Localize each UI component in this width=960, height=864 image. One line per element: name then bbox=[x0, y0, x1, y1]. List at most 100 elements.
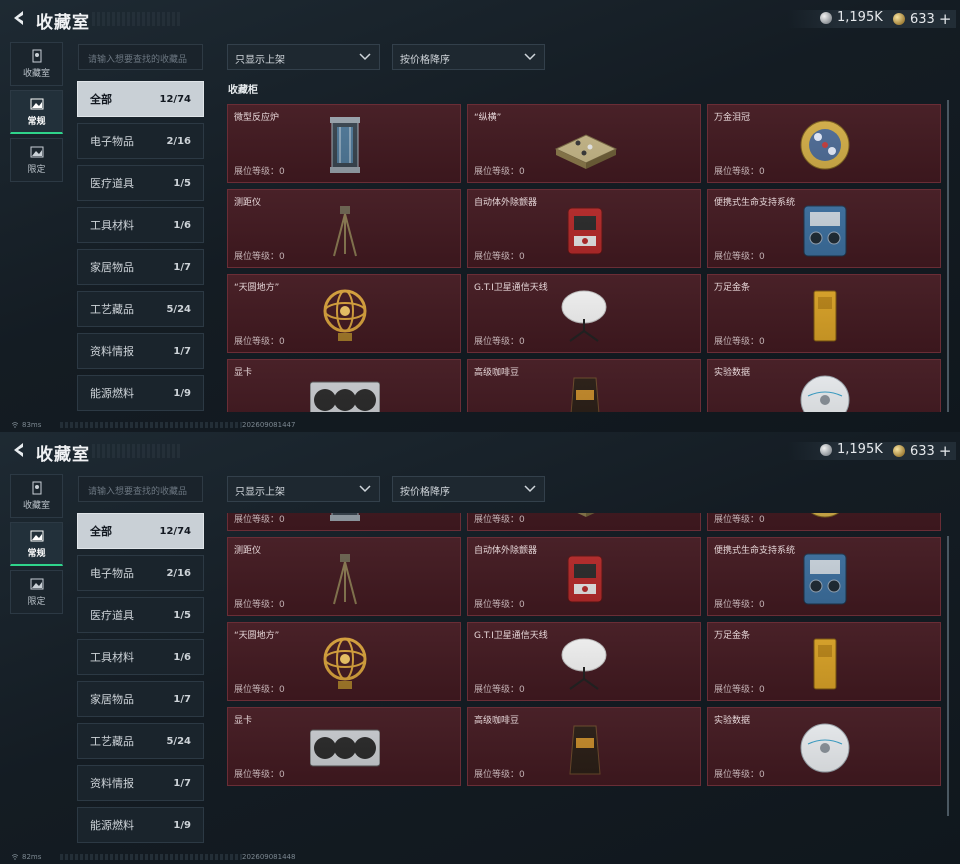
search-input[interactable]: 请输入想要查找的收藏品 bbox=[78, 44, 203, 70]
gold-coin-icon bbox=[893, 445, 905, 457]
category-count: 1/5 bbox=[173, 609, 191, 621]
scrollbar[interactable] bbox=[947, 536, 949, 816]
chessboard-icon bbox=[577, 513, 595, 517]
category-item[interactable]: 能源燃料 1/9 bbox=[77, 375, 204, 411]
add-gold-button[interactable]: + bbox=[939, 10, 952, 28]
section-title: 收藏柜 bbox=[228, 85, 258, 96]
category-count: 1/7 bbox=[173, 693, 191, 705]
category-count: 1/9 bbox=[173, 819, 191, 831]
category-item[interactable]: 全部 12/74 bbox=[77, 81, 204, 117]
collection-card[interactable]: 自动体外除颤器 展位等级：0 bbox=[467, 537, 701, 616]
status-bar: 83ms 202609081447 bbox=[0, 418, 960, 432]
collection-card[interactable]: “天圆地方” 展位等级：0 bbox=[227, 622, 461, 701]
item-name: “天圆地方” bbox=[234, 283, 280, 293]
collection-grid-viewport[interactable]: 微型反应炉展位等级：0 “纵横”展位等级：0 万金泪冠展位等级：0 测距仪展位等级：0… bbox=[227, 513, 943, 844]
display-filter-dropdown[interactable]: 只显示上架 bbox=[227, 44, 380, 70]
side-tab-label: 收藏室 bbox=[22, 501, 50, 511]
sort-dropdown[interactable]: 按价格降序 bbox=[392, 44, 545, 70]
top-bar: 收藏室 1,195K 633 + bbox=[0, 0, 960, 38]
coffee-bag-icon bbox=[569, 725, 601, 775]
category-item[interactable]: 工具材料 1/6 bbox=[77, 207, 204, 243]
collection-card[interactable]: 实验数据展位等级：0 bbox=[707, 359, 941, 412]
category-list: 全部 12/74 电子物品 2/16 医疗道具 1/5 工具材料 1/6 家居物品 1/7 工艺藏品… bbox=[77, 81, 204, 417]
category-item[interactable]: 家居物品 1/7 bbox=[77, 681, 204, 717]
side-tab-2[interactable]: 限定 bbox=[10, 138, 63, 182]
collection-card[interactable]: G.T.I卫星通信天线 展位等级：0 bbox=[467, 274, 701, 353]
collection-card[interactable]: 显卡展位等级：0 bbox=[227, 707, 461, 786]
collection-card[interactable]: 测距仪 展位等级：0 bbox=[227, 537, 461, 616]
collection-card[interactable]: 高级咖啡豆展位等级：0 bbox=[467, 359, 701, 412]
side-tab-label: 收藏室 bbox=[22, 69, 50, 79]
side-tab-label: 常规 bbox=[27, 116, 46, 127]
collection-card[interactable]: 测距仪 展位等级：0 bbox=[227, 189, 461, 268]
side-tab-2[interactable]: 限定 bbox=[10, 570, 63, 614]
booth-level: 展位等级：0 bbox=[474, 252, 525, 262]
sort-dropdown[interactable]: 按价格降序 bbox=[392, 476, 545, 502]
collection-card[interactable]: 实验数据展位等级：0 bbox=[707, 707, 941, 786]
side-tab-1[interactable]: 常规 bbox=[10, 522, 63, 566]
booth-level: 展位等级：0 bbox=[714, 685, 765, 695]
booth-level: 展位等级：0 bbox=[234, 252, 285, 262]
collection-card[interactable]: 微型反应炉展位等级：0 bbox=[227, 104, 461, 183]
side-tab-label: 常规 bbox=[27, 548, 46, 559]
back-arrow-icon[interactable] bbox=[10, 9, 28, 27]
category-count: 1/6 bbox=[173, 651, 191, 663]
side-tab-0[interactable]: 收藏室 bbox=[10, 42, 63, 86]
category-item[interactable]: 工具材料 1/6 bbox=[77, 639, 204, 675]
display-filter-dropdown[interactable]: 只显示上架 bbox=[227, 476, 380, 502]
category-count: 1/5 bbox=[173, 177, 191, 189]
photo-icon bbox=[30, 530, 43, 541]
side-tabs: 收藏室 常规 限定 bbox=[10, 42, 64, 186]
collection-card[interactable]: 高级咖啡豆展位等级：0 bbox=[467, 707, 701, 786]
side-tab-1[interactable]: 常规 bbox=[10, 90, 63, 134]
side-tabs: 收藏室 常规 限定 bbox=[10, 474, 64, 618]
collection-card[interactable]: 便携式生命支持系统 展位等级：0 bbox=[707, 189, 941, 268]
silver-amount: 1,195K bbox=[837, 10, 883, 25]
category-item[interactable]: 家居物品 1/7 bbox=[77, 249, 204, 285]
category-item[interactable]: 资料情报 1/7 bbox=[77, 333, 204, 369]
collection-card[interactable]: 便携式生命支持系统 展位等级：0 bbox=[707, 537, 941, 616]
category-item[interactable]: 医疗道具 1/5 bbox=[77, 597, 204, 633]
collection-card[interactable]: 万足金条 展位等级：0 bbox=[707, 274, 941, 353]
category-item[interactable]: 资料情报 1/7 bbox=[77, 765, 204, 801]
category-item[interactable]: 工艺藏品 5/24 bbox=[77, 723, 204, 759]
satellite-dish-icon bbox=[561, 638, 607, 690]
timestamp: 202609081447 bbox=[242, 421, 296, 429]
category-item[interactable]: 电子物品 2/16 bbox=[77, 555, 204, 591]
armillary-sphere-icon bbox=[323, 637, 367, 689]
category-item[interactable]: 医疗道具 1/5 bbox=[77, 165, 204, 201]
collection-card[interactable]: “纵横”展位等级：0 bbox=[467, 513, 701, 531]
gold-currency[interactable]: 633 + bbox=[893, 10, 951, 28]
category-item[interactable]: 全部 12/74 bbox=[77, 513, 204, 549]
category-label: 工艺藏品 bbox=[90, 303, 134, 316]
screen-panel: 收藏室 1,195K 633 + 收藏室 常规 限定 请输入想要查找的收藏品 只显示… bbox=[0, 432, 960, 864]
category-item[interactable]: 工艺藏品 5/24 bbox=[77, 291, 204, 327]
collection-grid-viewport[interactable]: 微型反应炉展位等级：0“纵横”展位等级：0万金泪冠展位等级：0 测距仪展位等级：0… bbox=[227, 104, 943, 412]
collection-card[interactable]: 万足金条 展位等级：0 bbox=[707, 622, 941, 701]
gold-currency[interactable]: 633 + bbox=[893, 442, 951, 460]
silver-currency: 1,195K bbox=[820, 442, 883, 457]
collection-card[interactable]: 万金泪冠展位等级：0 bbox=[707, 104, 941, 183]
add-gold-button[interactable]: + bbox=[939, 442, 952, 460]
timestamp: 202609081448 bbox=[242, 853, 296, 861]
collection-card[interactable]: 微型反应炉展位等级：0 bbox=[227, 513, 461, 531]
collection-card[interactable]: “纵横”展位等级：0 bbox=[467, 104, 701, 183]
back-arrow-icon[interactable] bbox=[10, 441, 28, 459]
item-name: 实验数据 bbox=[714, 716, 751, 726]
search-input[interactable]: 请输入想要查找的收藏品 bbox=[78, 476, 203, 502]
side-tab-label: 限定 bbox=[27, 597, 46, 607]
collection-grid: 微型反应炉展位等级：0“纵横”展位等级：0万金泪冠展位等级：0 测距仪展位等级：0… bbox=[227, 104, 941, 412]
chevron-down-icon bbox=[524, 485, 536, 493]
category-label: 能源燃料 bbox=[90, 819, 134, 832]
sort-value: 按价格降序 bbox=[400, 487, 450, 498]
category-item[interactable]: 能源燃料 1/9 bbox=[77, 807, 204, 843]
collection-card[interactable]: G.T.I卫星通信天线 展位等级：0 bbox=[467, 622, 701, 701]
item-name: 自动体外除颤器 bbox=[474, 546, 538, 556]
collection-card[interactable]: 万金泪冠展位等级：0 bbox=[707, 513, 941, 531]
collection-card[interactable]: “天圆地方” 展位等级：0 bbox=[227, 274, 461, 353]
side-tab-0[interactable]: 收藏室 bbox=[10, 474, 63, 518]
collection-card[interactable]: 显卡展位等级：0 bbox=[227, 359, 461, 412]
collection-card[interactable]: 自动体外除颤器 展位等级：0 bbox=[467, 189, 701, 268]
scrollbar[interactable] bbox=[947, 100, 949, 412]
category-item[interactable]: 电子物品 2/16 bbox=[77, 123, 204, 159]
